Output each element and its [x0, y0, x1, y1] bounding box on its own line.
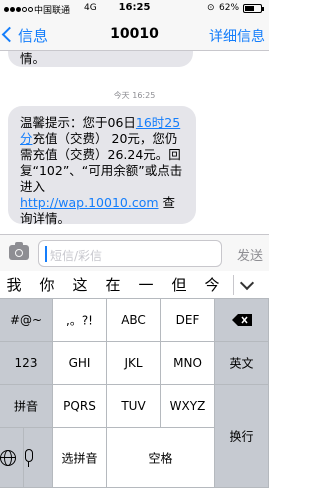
details-button[interactable]: 详细信息	[209, 26, 265, 46]
key-mno[interactable]: MNO	[161, 342, 215, 385]
candidate-word[interactable]: 你	[37, 274, 57, 295]
space-key[interactable]: 空格	[107, 428, 215, 488]
newline-key[interactable]: 换行	[215, 385, 269, 488]
key-label: 选拼音	[61, 451, 98, 465]
camera-icon[interactable]	[9, 242, 29, 260]
candidate-word[interactable]: 一	[136, 274, 156, 295]
input-placeholder: 短信/彩信	[50, 249, 103, 263]
rotation-lock-icon: ⊙	[207, 3, 215, 13]
text-cursor	[45, 246, 47, 262]
key-label: JKL	[124, 356, 143, 370]
key-label: MNO	[173, 356, 202, 370]
key-label: 空格	[148, 451, 173, 465]
battery-icon	[243, 4, 264, 13]
key-pinyin[interactable]: 拼音	[0, 385, 53, 428]
chevron-down-icon[interactable]	[239, 275, 255, 291]
globe-key[interactable]	[0, 428, 24, 488]
key-abc[interactable]: ABC	[107, 299, 161, 342]
backspace-icon	[231, 314, 252, 326]
message-bubble[interactable]: 温馨提示：您于06日16时25分充值（交费） 20元，您仍需充值（交费）26.2…	[8, 106, 196, 226]
message-timestamp: 今天 16:25	[113, 91, 156, 100]
backspace-key[interactable]	[215, 299, 269, 342]
key-label: #@~	[9, 313, 43, 327]
conversation-view[interactable]: 情。 今天 16:25 温馨提示：您于06日16时25分充值（交费） 20元，您…	[0, 51, 269, 234]
candidate-word[interactable]: 今	[202, 274, 222, 295]
key-label: PQRS	[63, 399, 96, 413]
send-button[interactable]: 发送	[237, 245, 263, 264]
battery-fill	[245, 6, 254, 11]
key-symbols[interactable]: #@~	[0, 299, 53, 342]
battery-percent: 62%	[219, 3, 240, 13]
key-jkl[interactable]: JKL	[107, 342, 161, 385]
candidate-bar: 我 你 这 在 一 但 今	[0, 271, 269, 299]
key-label: TUV	[121, 399, 146, 413]
key-tuv[interactable]: TUV	[107, 385, 161, 428]
key-label: ABC	[121, 313, 146, 327]
nav-bar: 信息 10010 详细信息	[0, 18, 269, 51]
message-input[interactable]: 短信/彩信	[38, 240, 222, 267]
message-text-part1: 温馨提示：您于06日	[20, 115, 136, 130]
candidate-word[interactable]: 但	[169, 274, 189, 295]
key-label: WXYZ	[169, 399, 206, 413]
key-label: DEF	[175, 313, 200, 327]
key-def[interactable]: DEF	[161, 299, 215, 342]
key-label: ,。?!	[66, 313, 93, 328]
key-select-pinyin[interactable]: 选拼音	[53, 428, 107, 488]
globe-icon	[0, 449, 16, 466]
candidate-word[interactable]: 我	[4, 274, 24, 295]
key-numbers[interactable]: 123	[0, 342, 53, 385]
key-label: 英文	[229, 356, 254, 371]
key-pqrs[interactable]: PQRS	[53, 385, 107, 428]
key-ghi[interactable]: GHI	[53, 342, 107, 385]
dictation-key[interactable]	[24, 428, 53, 488]
message-text-part2: 充值（交费） 20元，您仍需充值（交费）26.24元。回复“102”、“可用余额…	[20, 131, 183, 194]
key-punctuation[interactable]: ,。?!	[53, 299, 107, 342]
candidate-divider	[233, 275, 234, 295]
key-label: 123	[14, 356, 38, 370]
key-english[interactable]: 英文	[215, 342, 269, 385]
microphone-icon	[24, 448, 33, 467]
key-label: 换行	[229, 429, 254, 444]
candidate-word[interactable]: 在	[103, 274, 123, 295]
candidate-word[interactable]: 这	[70, 274, 90, 295]
keyboard: 我 你 这 在 一 但 今 #@~ ,。?! ABC DEF 123 GHI J…	[0, 271, 269, 488]
key-label: GHI	[68, 356, 91, 370]
key-label: 拼音	[13, 399, 38, 414]
url-link[interactable]: http://wap.10010.com	[20, 195, 159, 210]
message-text: 情。	[20, 51, 46, 66]
message-bubble-previous[interactable]: 情。	[8, 51, 193, 67]
status-bar: 中国联通 4G 16:25 ⊙ 62%	[0, 0, 269, 18]
key-wxyz[interactable]: WXYZ	[161, 385, 215, 428]
message-input-bar: 短信/彩信 发送	[0, 234, 269, 271]
